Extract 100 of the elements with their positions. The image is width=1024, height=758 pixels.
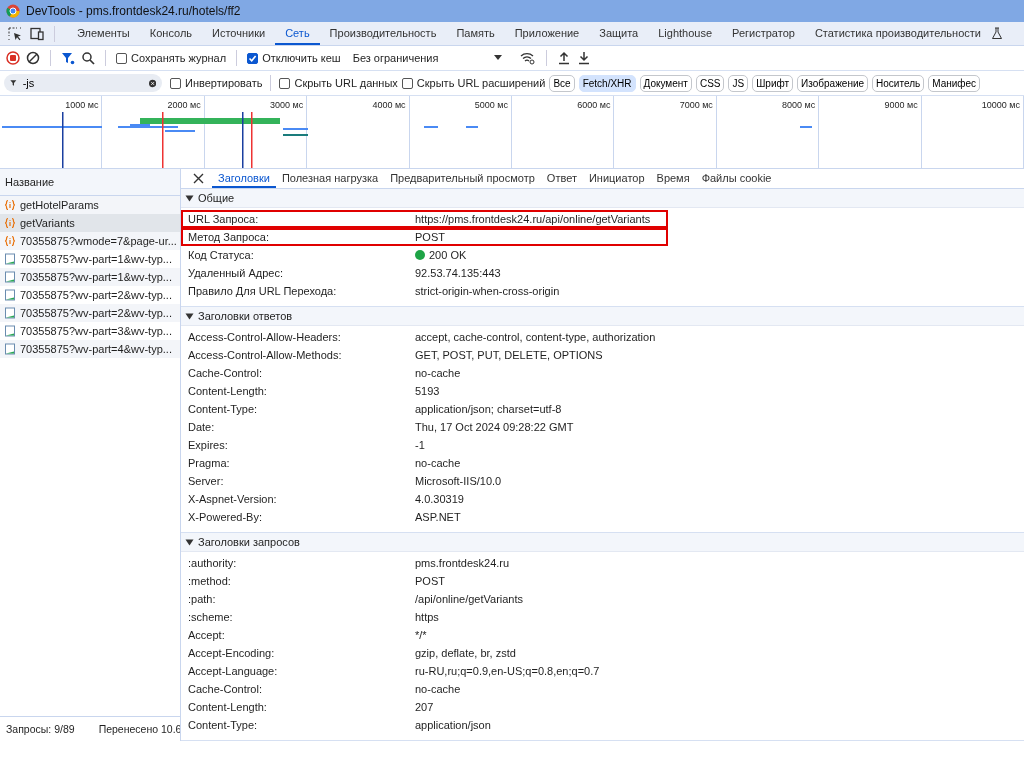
header-name: :path: [188, 593, 217, 605]
panel-tab[interactable]: Консоль [139, 22, 203, 45]
checkbox[interactable] [401, 77, 413, 89]
details-tab[interactable]: Файлы cookie [695, 169, 778, 188]
braces-icon [4, 235, 16, 247]
request-row[interactable]: 70355875?wv-part=1&wv-typ... [0, 250, 180, 268]
type-filter-chip[interactable]: Документ [639, 74, 692, 92]
section-title: Заголовки запросов [198, 536, 300, 548]
type-filter-chip[interactable]: Носитель [872, 74, 925, 92]
header-value: application/json [415, 719, 491, 731]
header-value: accept, cache-control, content-type, authorization [415, 331, 656, 343]
section-title: Заголовки ответов [198, 310, 293, 322]
image-file-icon [4, 289, 16, 301]
request-row[interactable]: 70355875?wv-part=2&wv-typ... [0, 304, 180, 322]
header-name: Content-Type: [188, 403, 259, 415]
time-tick-label: 9000 мс [884, 100, 918, 110]
request-row[interactable]: 70355875?wv-part=4&wv-typ... [0, 340, 180, 358]
panel-tab[interactable]: Защита [589, 22, 649, 45]
details-tab[interactable]: Ответ [540, 169, 583, 188]
header-name: Accept-Language: [188, 665, 279, 677]
type-filter-chip[interactable]: CSS [695, 74, 725, 92]
clear-icon[interactable] [26, 51, 40, 65]
checkbox[interactable] [279, 77, 291, 89]
type-filter-chip[interactable]: Fetch/XHR [578, 74, 636, 92]
details-tab[interactable]: Время [650, 169, 696, 188]
header-name: :scheme: [188, 611, 234, 623]
checkbox[interactable] [247, 52, 259, 64]
type-filter-chip[interactable]: Манифес [928, 74, 981, 92]
header-value: pms.frontdesk24.ru [415, 557, 510, 569]
checkbox-label: Скрыть URL данных [294, 77, 398, 89]
image-file-icon [4, 307, 16, 319]
header-value: 4.0.30319 [415, 493, 464, 505]
panel-tab[interactable]: Lighthouse [648, 22, 723, 45]
checkbox-label: Инвертировать [185, 77, 263, 89]
panel-tab[interactable]: Сеть [275, 22, 320, 45]
type-filter-chip[interactable]: JS [728, 74, 749, 92]
type-filter-chip[interactable]: Все [549, 74, 575, 92]
header-name: Access-Control-Allow-Methods: [188, 349, 343, 361]
search-icon[interactable] [81, 51, 95, 65]
stop-recording-icon[interactable] [6, 51, 20, 65]
header-name: Expires: [188, 439, 229, 451]
header-value: POST [415, 575, 445, 587]
checkbox-label: Сохранять журнал [131, 52, 227, 64]
panel-tab[interactable]: Статистика производительности [804, 22, 991, 45]
request-row[interactable]: getVariants [0, 214, 180, 232]
download-icon[interactable] [577, 51, 592, 65]
request-row[interactable]: 70355875?wv-part=2&wv-typ... [0, 286, 180, 304]
details-tab[interactable]: Полезная нагрузка [275, 169, 385, 188]
inspect-icon[interactable] [8, 26, 22, 41]
request-row[interactable]: 70355875?wv-part=1&wv-typ... [0, 268, 180, 286]
section-title: Общие [198, 192, 235, 204]
panel-tab[interactable]: Производительность [319, 22, 447, 45]
request-row[interactable]: 70355875?wv-part=3&wv-typ... [0, 322, 180, 340]
header-name: Метод Запроса: [188, 231, 270, 243]
throttling-dropdown[interactable]: Без ограничения [352, 52, 503, 64]
header-value: */* [415, 629, 427, 641]
type-filter-chip[interactable]: Изображение [797, 74, 869, 92]
panel-tab[interactable]: Регистратор [722, 22, 805, 45]
panel-tab[interactable]: Элементы [67, 22, 140, 45]
network-conditions-icon[interactable] [520, 51, 537, 65]
header-value: Thu, 17 Oct 2024 09:28:22 GMT [415, 421, 574, 433]
header-value: ASP.NET [415, 511, 461, 523]
panel-tab[interactable]: Память [446, 22, 505, 45]
details-tab[interactable]: Предварительный просмотр [384, 169, 541, 188]
header-name: Код Статуса: [188, 249, 255, 261]
filter-field[interactable]: -js [22, 77, 143, 89]
request-row[interactable]: getHotelParams [0, 196, 180, 214]
time-tick-label: 1000 мс [65, 100, 99, 110]
checkbox[interactable] [170, 77, 181, 89]
header-name: Content-Length: [188, 701, 268, 713]
filter-field[interactable]: -js [4, 74, 162, 92]
type-filter-chip[interactable]: Шрифт [752, 74, 794, 92]
clear-filter-icon[interactable] [148, 77, 156, 89]
upload-icon[interactable] [557, 51, 572, 65]
header-name: Cache-Control: [188, 683, 263, 695]
header-name: Server: [188, 475, 225, 487]
time-tick-label: 10000 мс [981, 100, 1021, 110]
header-name: Content-Length: [188, 385, 268, 397]
image-file-icon [4, 343, 16, 355]
header-name: :authority: [188, 557, 238, 569]
expand-triangle-icon[interactable] [185, 311, 194, 321]
header-value: 207 [415, 701, 434, 713]
image-file-icon [4, 325, 16, 337]
image-file-icon [4, 271, 16, 283]
expand-triangle-icon[interactable] [185, 537, 194, 547]
braces-icon [4, 199, 16, 211]
checkbox[interactable] [116, 52, 127, 64]
status-text: Запросы: 9/89 [6, 723, 75, 735]
expand-triangle-icon[interactable] [185, 193, 194, 203]
header-value: 92.53.74.135:443 [415, 267, 501, 279]
panel-tab[interactable]: Источники [202, 22, 276, 45]
header-name: Date: [188, 421, 216, 433]
request-row[interactable]: 70355875?wmode=7&page-ur... [0, 232, 180, 250]
panel-tab[interactable]: Приложение [504, 22, 590, 45]
close-icon[interactable] [193, 173, 204, 184]
header-value: application/json; charset=utf-8 [415, 403, 562, 415]
device-toolbar-icon[interactable] [28, 26, 44, 41]
details-tab[interactable]: Инициатор [582, 169, 651, 188]
filter-icon[interactable] [61, 51, 75, 65]
header-value: strict-origin-when-cross-origin [415, 285, 560, 297]
